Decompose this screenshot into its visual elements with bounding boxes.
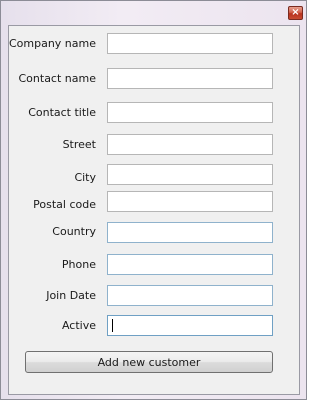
contact-title-field[interactable] [107, 102, 273, 123]
close-button[interactable]: × [288, 6, 303, 20]
add-new-customer-button[interactable]: Add new customer [25, 351, 273, 373]
join-date-field[interactable] [107, 285, 273, 306]
city-field[interactable] [107, 164, 273, 185]
customer-form-window: × Company name Contact name Contact titl… [0, 0, 307, 400]
contact-name-field[interactable] [107, 68, 273, 89]
company-name-field[interactable] [107, 33, 273, 54]
contact-name-label: Contact name [18, 72, 97, 85]
country-field[interactable] [107, 222, 273, 243]
form-panel: Company name Contact name Contact title … [8, 25, 300, 395]
phone-field[interactable] [107, 254, 273, 275]
phone-label: Phone [61, 258, 96, 271]
contact-title-label: Contact title [28, 106, 96, 119]
join-date-label: Join Date [46, 289, 96, 302]
street-label: Street [62, 138, 96, 151]
postal-code-label: Postal code [33, 198, 96, 211]
text-caret [112, 319, 113, 332]
city-label: City [74, 171, 96, 184]
company-name-label: Company name [8, 37, 96, 50]
postal-code-field[interactable] [107, 191, 273, 212]
country-label: Country [52, 225, 96, 238]
active-label: Active [61, 319, 96, 332]
active-field[interactable] [107, 315, 273, 336]
street-field[interactable] [107, 134, 273, 155]
close-icon: × [291, 7, 300, 18]
